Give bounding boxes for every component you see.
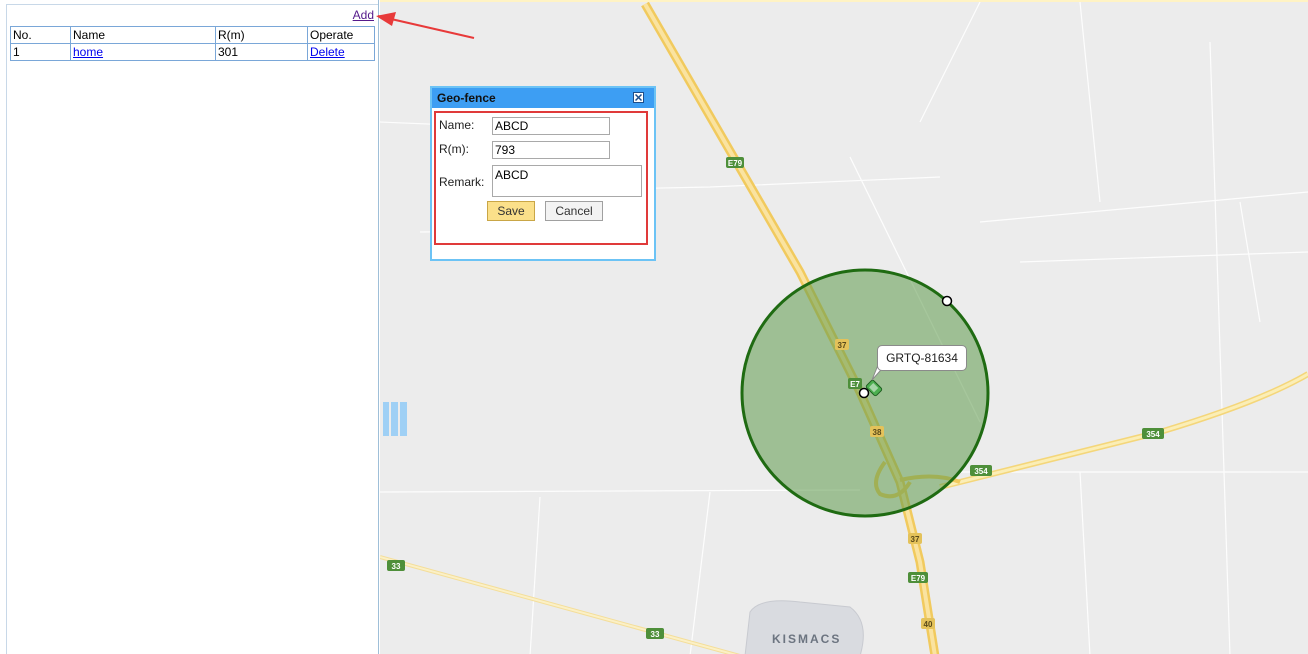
- remark-textarea[interactable]: ABCD: [492, 165, 642, 197]
- dialog-form: Name: R(m): Remark: ABCD Save Cancel: [434, 111, 648, 245]
- fence-name-link[interactable]: home: [73, 45, 103, 59]
- delete-link[interactable]: Delete: [310, 45, 345, 59]
- geofence-list-panel: Add No. Name R(m) Operate 1 home 301 Del…: [0, 0, 379, 654]
- column-header-name: Name: [70, 26, 216, 44]
- center-handle-icon: [858, 387, 870, 399]
- road-354: [939, 371, 1308, 490]
- shield-354b: 354: [974, 467, 988, 476]
- remark-label: Remark:: [439, 175, 485, 189]
- cell-radius: 301: [215, 43, 308, 61]
- panel-frame: [6, 4, 378, 654]
- dialog-title: Geo-fence: [437, 91, 496, 105]
- cancel-button[interactable]: Cancel: [545, 201, 603, 221]
- vehicle-label[interactable]: GRTQ-81634: [877, 345, 967, 371]
- place-label: KISMACS: [772, 632, 842, 646]
- shield-37b: 37: [911, 535, 920, 544]
- save-button[interactable]: Save: [487, 201, 535, 221]
- shield-40: 40: [924, 620, 933, 629]
- annotation-arrow-icon: [376, 12, 475, 39]
- table-header-row: No. Name R(m) Operate: [10, 26, 375, 44]
- column-header-operate: Operate: [307, 26, 375, 44]
- water-patches: [383, 402, 407, 436]
- add-link[interactable]: Add: [353, 8, 374, 22]
- shield-354a: 354: [1146, 430, 1160, 439]
- dialog-titlebar[interactable]: Geo-fence: [432, 88, 654, 108]
- geofence-dialog: Geo-fence Name: R(m): Remark: ABCD Save …: [430, 86, 656, 261]
- cell-operate: Delete: [307, 43, 375, 61]
- shield-33b: 33: [651, 630, 660, 639]
- resize-handle-icon: [941, 295, 953, 307]
- name-label: Name:: [439, 118, 475, 132]
- shield-38: 38: [873, 428, 882, 437]
- shield-e79-mid: E7: [850, 380, 860, 389]
- column-header-radius: R(m): [215, 26, 308, 44]
- town-area: [744, 600, 864, 654]
- shield-33a: 33: [392, 562, 401, 571]
- table-row: 1 home 301 Delete: [10, 43, 375, 61]
- geofence-table: No. Name R(m) Operate 1 home 301 Delete: [10, 26, 375, 61]
- cell-name: home: [70, 43, 216, 61]
- close-icon[interactable]: [633, 92, 644, 103]
- radius-label: R(m):: [439, 142, 469, 156]
- radius-input[interactable]: [492, 141, 610, 159]
- name-input[interactable]: [492, 117, 610, 135]
- shield-e79-top: E79: [728, 159, 743, 168]
- shield-e79-bottom: E79: [911, 574, 926, 583]
- column-header-no: No.: [10, 26, 71, 44]
- cell-no: 1: [10, 43, 71, 61]
- shield-37a: 37: [838, 341, 847, 350]
